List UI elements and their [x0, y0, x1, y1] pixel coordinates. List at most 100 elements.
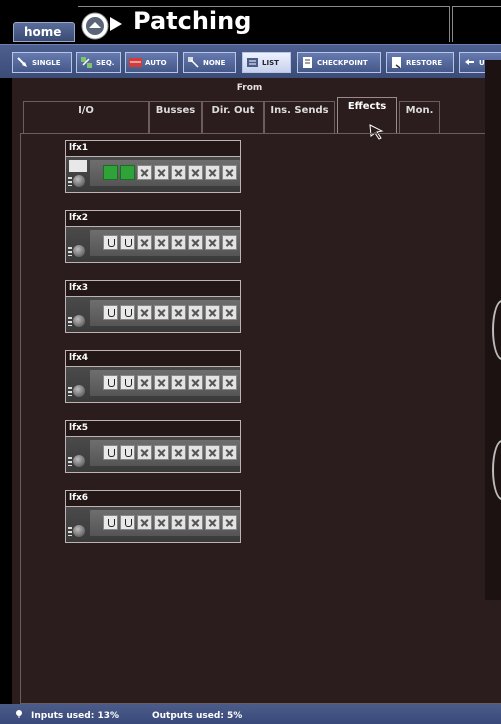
unavailable-slot-icon[interactable]	[222, 375, 237, 390]
list-button[interactable]: LIST	[242, 52, 291, 73]
single-button[interactable]: SINGLE	[12, 52, 72, 73]
toolbar: SINGLE SEQ. AUTO NONE LIST CHECKPOINT RE…	[0, 44, 501, 78]
unavailable-slot-icon[interactable]	[154, 445, 169, 460]
unavailable-slot-icon[interactable]	[205, 305, 220, 320]
unavailable-slot-icon[interactable]	[171, 375, 186, 390]
unavailable-slot-icon[interactable]	[171, 305, 186, 320]
status-bar: Inputs used: 13% Outputs used: 5%	[0, 704, 501, 724]
checkpoint-button[interactable]: CHECKPOINT	[297, 52, 381, 73]
available-slot-icon[interactable]	[103, 375, 118, 390]
available-slot-icon[interactable]	[120, 445, 135, 460]
rack-knob-icon	[73, 455, 85, 467]
unavailable-slot-icon[interactable]	[188, 445, 203, 460]
unavailable-slot-icon[interactable]	[137, 165, 152, 180]
rack-knob-icon	[73, 245, 85, 257]
unavailable-slot-icon[interactable]	[222, 165, 237, 180]
list-icon	[246, 56, 259, 69]
effect-unit[interactable]: lfx3	[65, 280, 241, 333]
effect-unit[interactable]: lfx6	[65, 490, 241, 543]
effect-unit[interactable]: lfx2	[65, 210, 241, 263]
effect-unit[interactable]: lfx4	[65, 350, 241, 403]
effect-unit-name: lfx2	[65, 210, 241, 226]
outputs-used-label: Outputs used: 5%	[152, 711, 243, 721]
unavailable-slot-icon[interactable]	[154, 375, 169, 390]
status-pin-icon	[16, 710, 22, 718]
home-button[interactable]: home	[13, 22, 75, 42]
rack-knob-icon	[73, 385, 85, 397]
available-slot-icon[interactable]	[120, 235, 135, 250]
unavailable-slot-icon[interactable]	[205, 165, 220, 180]
effect-rack-panel	[65, 156, 241, 193]
unavailable-slot-icon[interactable]	[188, 165, 203, 180]
patch-slots	[103, 375, 237, 390]
tab-dir-out[interactable]: Dir. Out	[202, 101, 264, 133]
unavailable-slot-icon[interactable]	[154, 305, 169, 320]
unavailable-slot-icon[interactable]	[137, 305, 152, 320]
rack-indicator-icon	[68, 457, 72, 466]
unavailable-slot-icon[interactable]	[222, 515, 237, 530]
effect-unit[interactable]: lfx5	[65, 420, 241, 473]
rack-knob-icon	[73, 175, 85, 187]
effect-rack-panel	[65, 436, 241, 473]
unavailable-slot-icon[interactable]	[205, 375, 220, 390]
rack-indicator-icon	[68, 247, 72, 256]
unavailable-slot-icon[interactable]	[205, 515, 220, 530]
effect-unit-name: lfx4	[65, 350, 241, 366]
unavailable-slot-icon[interactable]	[188, 305, 203, 320]
unavailable-slot-icon[interactable]	[171, 445, 186, 460]
available-slot-icon[interactable]	[103, 445, 118, 460]
available-slot-icon[interactable]	[120, 375, 135, 390]
single-label: SINGLE	[32, 58, 61, 67]
source-tabs: I/O Busses Dir. Out Ins. Sends Effects M…	[20, 97, 501, 134]
patch-slots	[103, 165, 237, 180]
unavailable-slot-icon[interactable]	[137, 375, 152, 390]
auto-button[interactable]: AUTO	[125, 52, 178, 73]
effect-unit-name: lfx1	[65, 140, 241, 156]
seq-label: SEQ.	[96, 58, 115, 67]
unavailable-slot-icon[interactable]	[188, 515, 203, 530]
unavailable-slot-icon[interactable]	[222, 235, 237, 250]
patching-panel: From I/O Busses Dir. Out Ins. Sends Effe…	[12, 78, 501, 704]
unavailable-slot-icon[interactable]	[171, 515, 186, 530]
unavailable-slot-icon[interactable]	[171, 235, 186, 250]
tab-effects[interactable]: Effects	[337, 97, 397, 134]
unavailable-slot-icon[interactable]	[137, 515, 152, 530]
top-bar: home Patching	[0, 0, 501, 44]
inputs-used-label: Inputs used: 13%	[31, 711, 119, 721]
unavailable-slot-icon[interactable]	[154, 235, 169, 250]
unavailable-slot-icon[interactable]	[137, 235, 152, 250]
available-slot-icon[interactable]	[103, 515, 118, 530]
single-patch-icon	[16, 56, 29, 69]
available-slot-icon[interactable]	[120, 305, 135, 320]
patched-slot-icon[interactable]	[103, 165, 118, 180]
unavailable-slot-icon[interactable]	[222, 305, 237, 320]
unavailable-slot-icon[interactable]	[137, 445, 152, 460]
restore-button[interactable]: RESTORE	[386, 52, 454, 73]
tab-ins-sends[interactable]: Ins. Sends	[264, 101, 335, 133]
restore-label: RESTORE	[406, 58, 443, 67]
unavailable-slot-icon[interactable]	[171, 165, 186, 180]
available-slot-icon[interactable]	[103, 235, 118, 250]
unavailable-slot-icon[interactable]	[154, 515, 169, 530]
patch-slots	[103, 305, 237, 320]
unavailable-slot-icon[interactable]	[205, 445, 220, 460]
tab-mon[interactable]: Mon.	[399, 101, 440, 133]
effect-unit[interactable]: lfx1	[65, 140, 241, 193]
checkpoint-label: CHECKPOINT	[317, 58, 368, 67]
rack-display	[69, 160, 87, 172]
patched-slot-icon[interactable]	[120, 165, 135, 180]
unavailable-slot-icon[interactable]	[188, 375, 203, 390]
unavailable-slot-icon[interactable]	[154, 165, 169, 180]
unavailable-slot-icon[interactable]	[205, 235, 220, 250]
unavailable-slot-icon[interactable]	[222, 445, 237, 460]
seq-button[interactable]: SEQ.	[76, 52, 121, 73]
available-slot-icon[interactable]	[103, 305, 118, 320]
effect-rack-panel	[65, 366, 241, 403]
effect-rack-panel	[65, 226, 241, 263]
tab-io[interactable]: I/O	[23, 101, 149, 133]
tab-busses[interactable]: Busses	[149, 101, 202, 133]
unavailable-slot-icon[interactable]	[188, 235, 203, 250]
navigation-dial-icon[interactable]	[80, 11, 126, 41]
available-slot-icon[interactable]	[120, 515, 135, 530]
none-button[interactable]: NONE	[183, 52, 236, 73]
